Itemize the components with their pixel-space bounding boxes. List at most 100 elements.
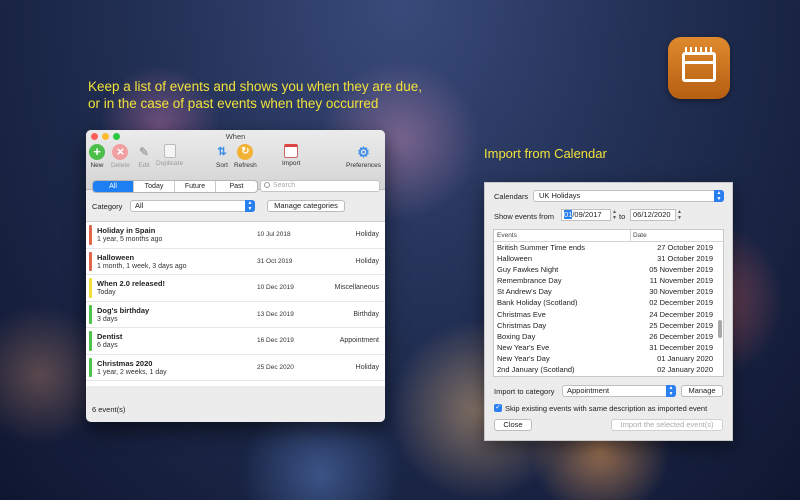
event-date: 26 December 2019 [649,331,713,341]
event-name: Remembrance Day [497,276,562,286]
event-date: 13 Dec 2019 [257,310,294,318]
calendar-select[interactable]: UK Holidays ▲ ▼ [533,190,724,202]
calendar-icon [668,37,730,99]
skip-existing-checkbox[interactable]: ✓ [494,404,502,412]
event-name: Bank Holiday (Scotland) [497,298,578,308]
event-name: St Andrew's Day [497,287,552,297]
delete-button[interactable]: × Delete [111,144,130,169]
refresh-button[interactable]: ↻ Refresh [234,144,257,169]
category-color-bar [89,357,92,377]
table-row[interactable]: Bank Holiday (Scotland) 02 December 2019 [494,297,723,308]
event-title: When 2.0 released! [97,279,165,288]
headline-line-2: or in the case of past events when they … [88,96,379,111]
list-item[interactable]: Christmas 2020 1 year, 2 weeks, 1 day 25… [86,355,385,381]
table-row[interactable]: St Andrew's Day 30 November 2019 [494,286,723,297]
duplicate-button[interactable]: Duplicate [156,144,183,167]
event-category: Holiday [355,363,379,371]
table-row[interactable]: Remembrance Day 11 November 2019 [494,275,723,286]
calendar-import-icon [284,144,299,158]
event-name: Christmas Eve [497,309,546,319]
import-to-label: Import to category [494,387,555,396]
category-label: Category [92,202,123,211]
from-date-field[interactable]: 01/09/2017 [561,209,611,221]
pencil-icon: ✎ [138,145,150,159]
calendars-label: Calendars [494,192,529,201]
table-row[interactable]: Halloween 31 October 2019 [494,253,723,264]
refresh-label: Refresh [234,162,257,169]
event-title: Dentist [97,332,123,341]
to-date-stepper[interactable]: ▲ ▼ [677,209,683,221]
event-name: 2nd January (Scotland) [497,365,575,375]
import-selected-button[interactable]: Import the selected event(s) [611,419,723,431]
category-color-bar [89,278,92,298]
table-row[interactable]: New Year's Day 01 January 2020 [494,353,723,364]
edit-button[interactable]: ✎ Edit [136,144,152,169]
event-name: British Summer Time ends [497,243,585,252]
list-item[interactable]: When 2.0 released! Today 10 Dec 2019 Mis… [86,275,385,302]
event-relative: Today [97,289,116,296]
table-row[interactable]: Christmas Day 25 December 2019 [494,320,723,331]
duplicate-label: Duplicate [156,160,184,167]
filter-all[interactable]: All [93,181,134,192]
event-category: Birthday [353,310,379,318]
chevron-updown-icon: ▲ ▼ [666,385,676,397]
table-row[interactable]: 2nd January (Scotland) 02 January 2020 [494,364,723,375]
from-date-stepper[interactable]: ▲ ▼ [612,209,618,221]
col-date[interactable]: Date [633,232,647,239]
show-events-label: Show events from [494,212,555,221]
event-name: Boxing Day [497,331,536,341]
preferences-label: Preferences [346,162,382,169]
filter-today[interactable]: Today [134,181,175,192]
table-row[interactable]: Guy Fawkes Night 05 November 2019 [494,264,723,275]
to-date-field[interactable]: 06/12/2020 [630,209,676,221]
calendar-value: UK Holidays [539,191,581,200]
table-row[interactable]: Boxing Day 26 December 2019 [494,331,723,342]
event-category: Holiday [355,257,379,265]
chevron-updown-icon: ▲ ▼ [714,190,724,202]
col-events[interactable]: Events [497,232,517,239]
event-name: Christmas Day [497,320,547,330]
event-date: 31 December 2019 [649,342,713,352]
manage-button[interactable]: Manage [681,385,723,397]
import-label: Import [282,160,301,167]
list-item[interactable]: Halloween 1 month, 1 week, 3 days ago 31… [86,249,385,275]
filter-past[interactable]: Past [216,181,257,192]
table-row[interactable]: British Summer Time ends 27 October 2019 [494,242,723,253]
event-title: Christmas 2020 [97,358,153,368]
category-select[interactable]: All ▲ ▼ [130,200,255,212]
search-input[interactable]: Search [260,180,380,192]
preferences-button[interactable]: ⚙ Preferences [346,144,381,169]
list-item[interactable]: Holiday in Spain 1 year, 5 months ago 10… [86,222,385,249]
import-button[interactable]: Import [282,144,300,167]
gear-icon: ⚙ [357,144,370,160]
category-value: All [135,201,144,210]
table-scrollbar[interactable] [718,320,722,338]
new-button[interactable]: + New [89,144,105,169]
event-name: New Year's Day [497,353,550,363]
sort-icon: ⇅ [217,146,227,158]
calendar-events-table: Events Date British Summer Time ends 27 O… [493,229,724,377]
event-category: Appointment [339,337,379,344]
delete-label: Delete [111,162,130,169]
close-button[interactable]: Close [494,419,532,431]
import-category-select[interactable]: Appointment ▲ ▼ [562,385,676,397]
event-date: 24 December 2019 [649,309,713,319]
filter-future[interactable]: Future [175,181,216,192]
manage-categories-button[interactable]: Manage categories [267,200,345,212]
list-item[interactable]: Dentist 6 days 16 Dec 2019 Appointment [86,328,385,355]
table-row[interactable]: New Year's Eve 31 December 2019 [494,342,723,353]
event-date: 30 November 2019 [649,287,713,297]
list-item[interactable]: Dog's birthday 3 days 13 Dec 2019 Birthd… [86,302,385,328]
event-date: 31 Oct 2019 [257,257,293,265]
event-date: 27 October 2019 [657,243,713,252]
skip-existing-label: Skip existing events with same descripti… [505,404,708,413]
sort-button[interactable]: ⇅ Sort [214,144,230,169]
table-row[interactable]: Christmas Eve 24 December 2019 [494,309,723,320]
event-date: 02 January 2020 [657,365,713,375]
event-category: Holiday [355,231,379,238]
duplicate-icon [163,144,176,158]
event-category: Miscellaneous [334,284,379,291]
event-count: 6 event(s) [92,405,126,414]
category-color-bar [89,304,92,324]
table-header: Events Date [494,230,723,242]
